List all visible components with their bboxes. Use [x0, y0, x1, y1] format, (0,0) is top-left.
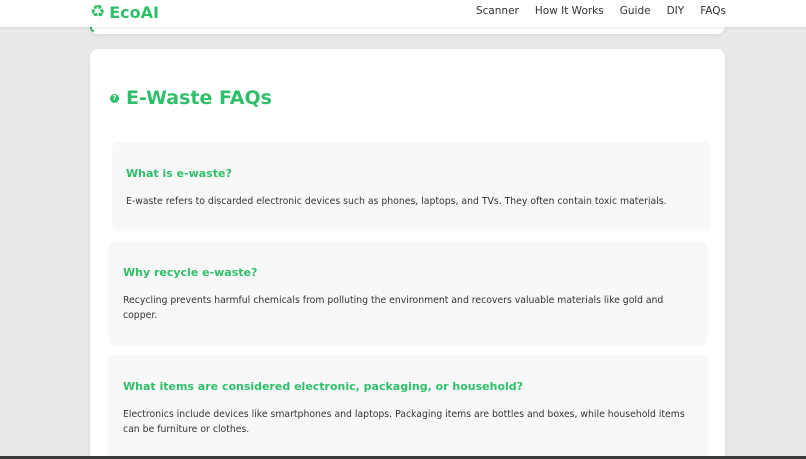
recycle-icon: ♻ [90, 2, 106, 22]
faq-heading: ? E-Waste FAQs [110, 87, 272, 109]
faq-item[interactable]: Why recycle e-waste? Recycling prevents … [109, 241, 707, 344]
faq-section: ? E-Waste FAQs What is e-waste? E-waste … [90, 49, 725, 459]
question-circle-icon: ? [110, 93, 119, 103]
faq-answer: Electronics include devices like smartph… [123, 409, 685, 435]
faq-question: Why recycle e-waste? [123, 266, 258, 279]
faq-answer: Recycling prevents harmful chemicals fro… [123, 295, 664, 321]
nav-link-faqs[interactable]: FAQs [700, 5, 726, 17]
nav-link-diy[interactable]: DIY [667, 5, 685, 17]
faq-answer: E-waste refers to discarded electronic d… [126, 196, 667, 207]
faq-item[interactable]: What is e-waste? E-waste refers to disca… [112, 142, 710, 230]
nav-link-how-it-works[interactable]: How It Works [535, 5, 604, 17]
faq-question: What items are considered electronic, pa… [123, 380, 524, 393]
brand-logo[interactable]: ♻ EcoAI [90, 2, 159, 22]
faq-item[interactable]: What items are considered electronic, pa… [109, 355, 707, 459]
nav-link-guide[interactable]: Guide [620, 5, 651, 17]
faq-question: What is e-waste? [126, 167, 232, 180]
nav-links: Scanner How It Works Guide DIY FAQs [476, 5, 726, 17]
brand-name: EcoAI [109, 2, 159, 22]
top-navbar: ♻ EcoAI Scanner How It Works Guide DIY F… [0, 0, 806, 27]
nav-link-scanner[interactable]: Scanner [476, 5, 519, 17]
faq-title: E-Waste FAQs [126, 87, 272, 109]
